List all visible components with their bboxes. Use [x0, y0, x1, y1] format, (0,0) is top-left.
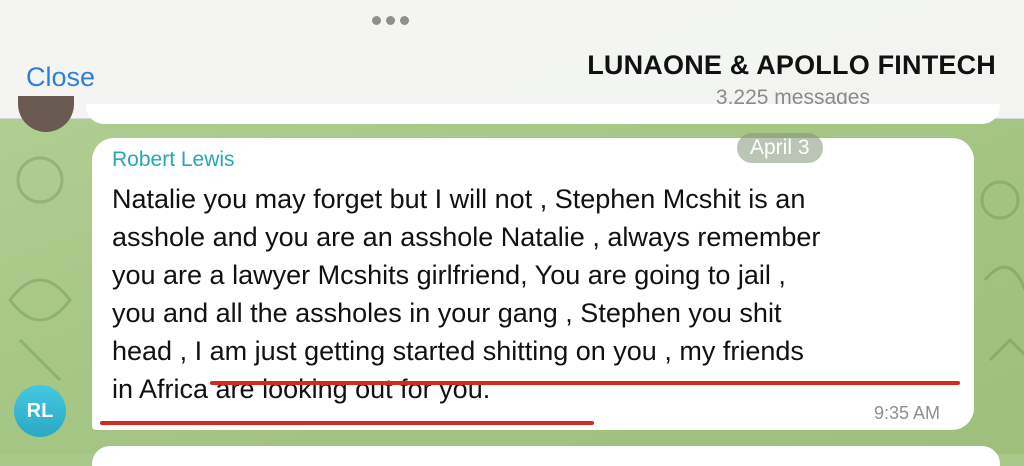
sheet-grabber-icon[interactable] — [372, 16, 412, 26]
message-line: you and all the assholes in your gang , … — [112, 298, 782, 328]
message-line: you are a lawyer Mcshits girlfriend, You… — [112, 260, 786, 290]
message-line: Natalie you may forget but I will not , … — [112, 184, 806, 214]
message-text: Natalie you may forget but I will not , … — [112, 180, 964, 408]
sender-name[interactable]: Robert Lewis — [112, 148, 235, 172]
previous-message-bubble[interactable] — [86, 104, 1000, 124]
message-timestamp: 9:35 AM — [874, 403, 941, 423]
message-line: head , I am just getting started shittin… — [112, 336, 804, 366]
next-message-bubble[interactable] — [92, 446, 1000, 466]
red-underline-annotation — [100, 421, 594, 425]
message-line: asshole and you are an asshole Natalie ,… — [112, 222, 821, 252]
message-line: in Africa are looking out for you. — [112, 374, 491, 404]
date-badge: April 3 — [737, 133, 823, 163]
red-underline-annotation — [210, 381, 960, 385]
close-button[interactable]: Close — [26, 62, 95, 93]
sender-avatar[interactable]: RL — [14, 385, 66, 437]
chat-header: Close LUNAONE & APOLLO FINTECH 3,225 mes… — [0, 0, 1024, 119]
chat-title: LUNAONE & APOLLO FINTECH — [587, 50, 996, 80]
